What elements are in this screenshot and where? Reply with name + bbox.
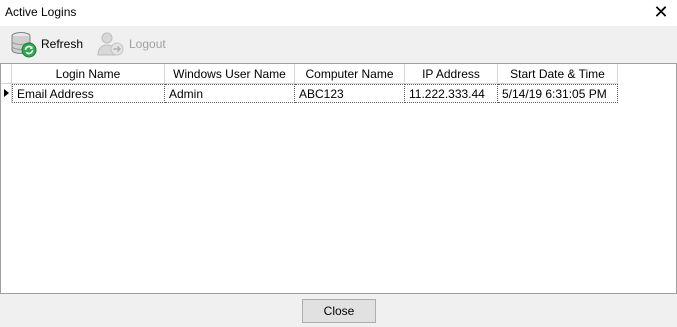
refresh-label: Refresh	[41, 37, 84, 51]
cell-login-name[interactable]: Email Address	[12, 84, 165, 103]
cell-ip-address[interactable]: 11.222.333.44	[405, 84, 498, 103]
column-header-computer-name[interactable]: Computer Name	[295, 64, 405, 84]
title-bar: Active Logins ✕	[0, 0, 677, 26]
database-refresh-icon	[8, 29, 38, 59]
column-header-login-name[interactable]: Login Name	[12, 64, 165, 84]
toolbar: Refresh Logout	[0, 26, 677, 62]
grid-header: Login Name Windows User Name Computer Na…	[1, 64, 618, 84]
column-header-windows-user-name[interactable]: Windows User Name	[165, 64, 295, 84]
cell-windows-user-name[interactable]: Admin	[165, 84, 295, 103]
column-header-start-date-time[interactable]: Start Date & Time	[498, 64, 618, 84]
window-title: Active Logins	[5, 5, 77, 19]
table-row[interactable]: Email Address Admin ABC123 11.222.333.44…	[1, 84, 618, 103]
close-button[interactable]: Close	[302, 299, 376, 323]
cell-computer-name[interactable]: ABC123	[295, 84, 405, 103]
user-logout-icon	[96, 29, 126, 59]
logout-label: Logout	[129, 37, 166, 51]
cell-start-date-time[interactable]: 5/14/19 6:31:05 PM	[498, 84, 618, 103]
current-row-arrow-icon	[1, 84, 12, 103]
refresh-button[interactable]: Refresh	[8, 29, 83, 59]
close-window-icon[interactable]: ✕	[651, 2, 671, 22]
column-header-ip-address[interactable]: IP Address	[405, 64, 498, 84]
logout-button[interactable]: Logout	[96, 29, 166, 59]
active-logins-grid[interactable]: Login Name Windows User Name Computer Na…	[0, 63, 677, 294]
row-header-corner	[1, 64, 12, 84]
